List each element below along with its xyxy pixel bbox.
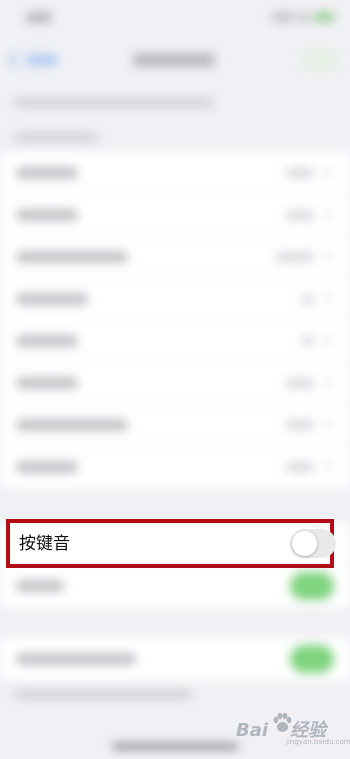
chevron-left-icon (7, 51, 25, 69)
list-item-label (16, 293, 88, 305)
chevron-right-icon (320, 166, 332, 178)
settings-screen: 按键音 Bai 经验 jingyan.baidu.com (0, 0, 350, 759)
section-header (14, 133, 98, 142)
list-item-label (16, 461, 78, 473)
list-item-value (302, 336, 314, 346)
list-item[interactable] (0, 565, 350, 607)
status-time (26, 12, 52, 23)
nav-right-item[interactable] (302, 50, 338, 70)
chevron-right-icon (320, 418, 332, 430)
list-item-value (286, 168, 314, 178)
list-item[interactable] (0, 404, 350, 446)
list-item[interactable] (0, 446, 350, 488)
back-button-label (26, 55, 58, 65)
status-bar (0, 0, 350, 40)
sounds-list (0, 152, 350, 488)
list-item[interactable] (0, 278, 350, 320)
list-item-value (286, 420, 314, 430)
keyboard-clicks-toggle[interactable] (290, 529, 336, 558)
list-item[interactable] (0, 194, 350, 236)
list-item-value (286, 378, 314, 388)
list-item[interactable] (0, 236, 350, 278)
chevron-right-icon (320, 334, 332, 346)
chevron-right-icon (320, 292, 332, 304)
chevron-right-icon (320, 208, 332, 220)
keyboard-clicks-label: 按键音 (19, 534, 70, 554)
paw-icon (273, 712, 292, 732)
chevron-right-icon (320, 376, 332, 388)
chevron-right-icon (320, 250, 332, 262)
list-item[interactable] (0, 638, 350, 680)
section-description (14, 98, 214, 107)
list-item-label (16, 419, 128, 431)
list-item-value (276, 252, 314, 262)
list-item-label (16, 653, 136, 665)
wifi-icon (298, 12, 310, 22)
list-item[interactable] (0, 152, 350, 194)
section-footer (14, 690, 192, 699)
page-title (133, 53, 215, 67)
list-item[interactable] (0, 320, 350, 362)
list-item-value (302, 294, 314, 304)
list-item-value (286, 210, 314, 220)
system-list (0, 638, 350, 680)
watermark-url: jingyan.baidu.com (286, 738, 350, 746)
list-item-label (16, 209, 78, 221)
signal-icon (272, 12, 294, 22)
baidu-watermark: Bai 经验 jingyan.baidu.com (236, 708, 350, 750)
blurred-background-content (0, 0, 350, 759)
list-item-label (16, 251, 128, 263)
list-item-label (16, 167, 78, 179)
list-item[interactable] (0, 362, 350, 404)
back-button[interactable] (7, 51, 58, 69)
battery-icon (314, 12, 334, 22)
toggle-switch[interactable] (290, 572, 334, 600)
list-item-label (16, 377, 78, 389)
toggle-knob (292, 531, 317, 556)
toggle-switch[interactable] (290, 645, 334, 673)
navigation-bar (0, 44, 350, 80)
chevron-right-icon (320, 460, 332, 472)
list-item-value (286, 462, 314, 472)
list-item-label (16, 335, 78, 347)
list-item-label (16, 580, 64, 592)
home-indicator (112, 744, 238, 749)
keyboard-clicks-row[interactable]: 按键音 (6, 519, 336, 568)
